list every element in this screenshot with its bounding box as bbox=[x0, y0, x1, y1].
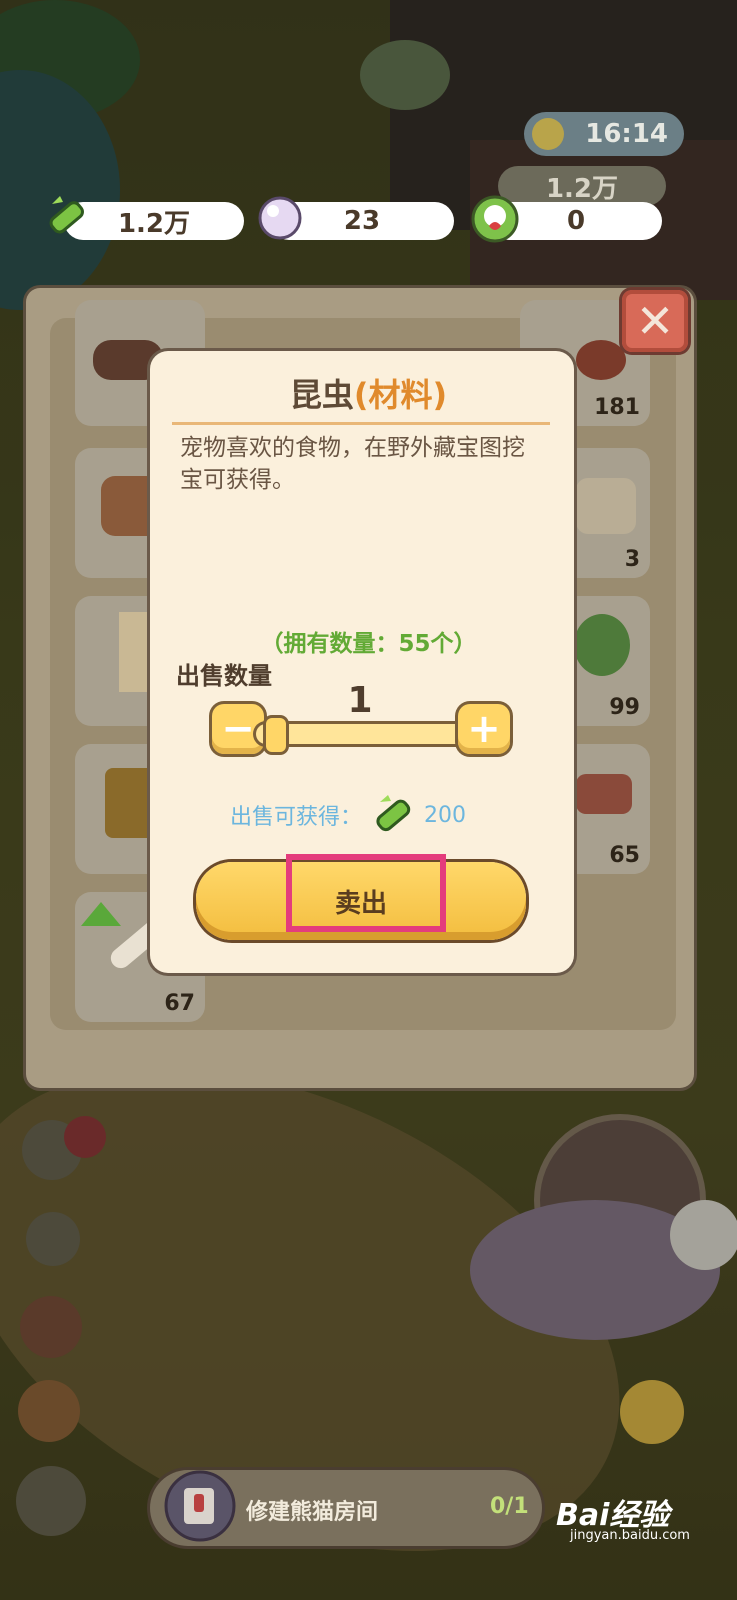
alert-icon[interactable] bbox=[64, 1116, 106, 1158]
item-count: 67 bbox=[164, 991, 195, 1016]
watermark-url: jingyan.baidu.com bbox=[570, 1528, 690, 1543]
paw-icon[interactable] bbox=[16, 1466, 86, 1536]
clock-time: 16:14 bbox=[585, 119, 668, 149]
item-count: 99 bbox=[609, 695, 640, 720]
plus-icon: + bbox=[467, 706, 501, 752]
magnifier-icon[interactable] bbox=[26, 1212, 80, 1266]
item-category: (材料) bbox=[353, 376, 448, 414]
upgrade-arrow-icon bbox=[81, 902, 121, 926]
item-name: 昆虫 bbox=[289, 376, 354, 414]
minus-icon: − bbox=[221, 706, 255, 752]
mushroom-house-icon[interactable] bbox=[18, 1380, 80, 1442]
task-book-icon bbox=[164, 1470, 236, 1542]
item-stone bbox=[576, 478, 636, 534]
task-progress: 0/1 bbox=[490, 1494, 529, 1519]
resource-bamboo-value: 1.2万 bbox=[117, 208, 191, 239]
item-count: 3 bbox=[624, 547, 640, 572]
increase-button[interactable]: + bbox=[458, 704, 510, 754]
close-button[interactable]: ✕ bbox=[622, 290, 688, 352]
resource-panda-heart-value: 0 bbox=[566, 206, 586, 236]
item-bacon bbox=[576, 774, 632, 814]
bamboo-icon bbox=[376, 795, 411, 832]
sell-reward: 出售可获得： 200 bbox=[230, 790, 466, 840]
clock-pill: 16:14 bbox=[524, 112, 684, 156]
weather-sun-icon bbox=[532, 118, 564, 150]
background-currency-value: 1.2万 bbox=[545, 173, 619, 204]
bamboo-icon bbox=[49, 196, 84, 234]
sell-quantity-value: 1 bbox=[347, 680, 373, 721]
item-count: 65 bbox=[609, 843, 640, 868]
item-wheat bbox=[105, 768, 155, 838]
title-divider bbox=[172, 422, 550, 425]
pearl-icon bbox=[258, 196, 302, 240]
backpack-icon[interactable] bbox=[20, 1296, 82, 1358]
owned-quantity: （拥有数量：55个） bbox=[260, 631, 477, 657]
resource-pearl-value: 23 bbox=[343, 206, 381, 236]
sell-button-highlight bbox=[286, 854, 446, 932]
item-description: 宠物喜欢的食物，在野外藏宝图挖宝可获得。 bbox=[180, 435, 525, 493]
sell-quantity-label: 出售数量 bbox=[176, 662, 272, 690]
quantity-slider-handle[interactable] bbox=[266, 718, 286, 752]
task-label: 修建熊猫房间 bbox=[246, 1500, 379, 1525]
sell-reward-value: 200 bbox=[424, 802, 467, 828]
background-currency-pill: 1.2万 bbox=[498, 166, 666, 206]
panda-heart-icon bbox=[471, 195, 519, 243]
dialog-title: 昆虫(材料) bbox=[0, 370, 737, 416]
close-icon: ✕ bbox=[635, 294, 675, 348]
sell-reward-label: 出售可获得： bbox=[230, 805, 363, 830]
quantity-slider[interactable] bbox=[256, 724, 468, 744]
